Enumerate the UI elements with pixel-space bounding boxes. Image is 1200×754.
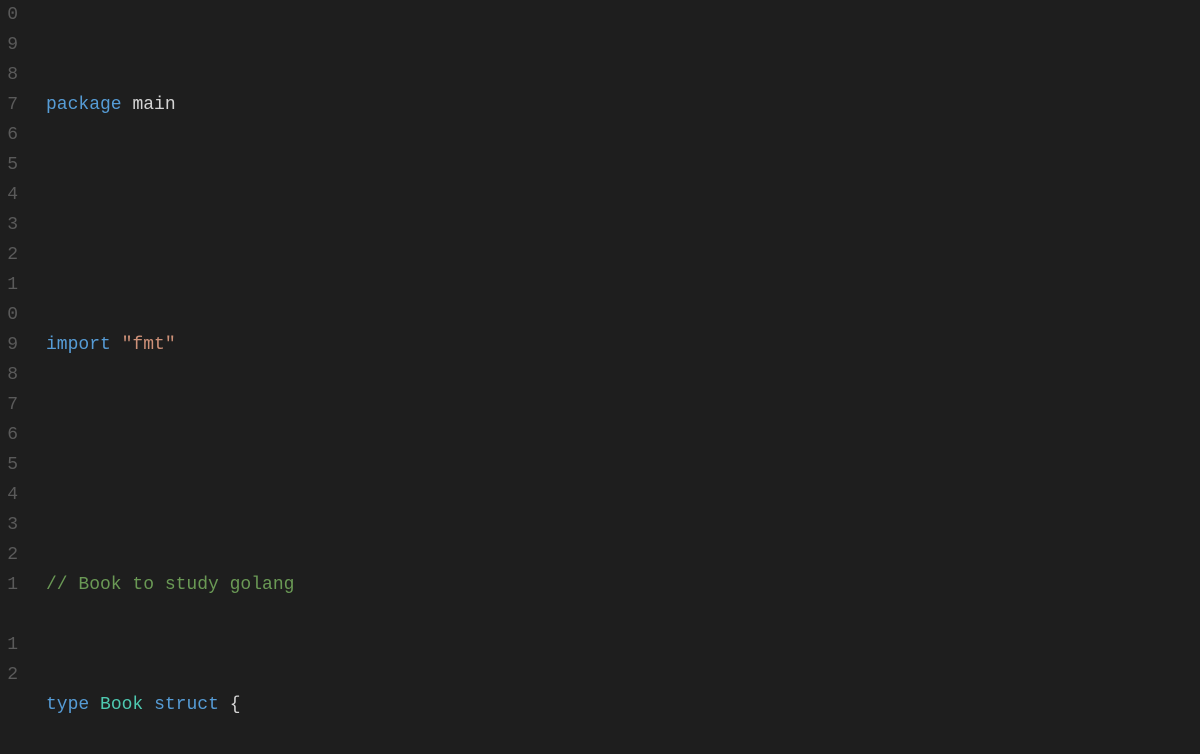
keyword-type: type <box>46 695 89 715</box>
line-number: 2 <box>0 240 20 270</box>
line-number: 3 <box>0 210 20 240</box>
line-number: 0 <box>0 300 20 330</box>
line-number: 5 <box>0 150 20 180</box>
code-area[interactable]: package main import "fmt" // Book to stu… <box>20 0 1200 754</box>
line-number: 2 <box>0 660 20 690</box>
line-number <box>0 600 20 630</box>
line-number: 6 <box>0 420 20 450</box>
line-number-gutter: 0 9 8 7 6 5 4 3 2 1 0 9 8 7 6 5 4 3 2 1 … <box>0 0 20 754</box>
code-line[interactable] <box>46 210 1200 240</box>
line-number: 4 <box>0 180 20 210</box>
brace-open: { <box>230 695 241 715</box>
line-number: 1 <box>0 630 20 660</box>
code-line[interactable]: import "fmt" <box>46 330 1200 360</box>
line-number: 7 <box>0 390 20 420</box>
line-number: 3 <box>0 510 20 540</box>
space <box>122 95 133 115</box>
line-number: 9 <box>0 330 20 360</box>
line-number: 7 <box>0 90 20 120</box>
line-number: 5 <box>0 450 20 480</box>
code-line[interactable] <box>46 450 1200 480</box>
space <box>111 335 122 355</box>
comment: // Book to study golang <box>46 575 294 595</box>
keyword-struct: struct <box>154 695 219 715</box>
code-editor[interactable]: 0 9 8 7 6 5 4 3 2 1 0 9 8 7 6 5 4 3 2 1 … <box>0 0 1200 754</box>
import-path: "fmt" <box>122 335 176 355</box>
keyword-import: import <box>46 335 111 355</box>
line-number: 4 <box>0 480 20 510</box>
line-number: 1 <box>0 270 20 300</box>
line-number: 0 <box>0 0 20 30</box>
code-line[interactable]: package main <box>46 90 1200 120</box>
package-name: main <box>132 95 175 115</box>
keyword-package: package <box>46 95 122 115</box>
line-number: 2 <box>0 540 20 570</box>
line-number: 8 <box>0 60 20 90</box>
code-line[interactable]: // Book to study golang <box>46 570 1200 600</box>
line-number: 1 <box>0 570 20 600</box>
line-number: 9 <box>0 30 20 60</box>
line-number: 8 <box>0 360 20 390</box>
line-number: 6 <box>0 120 20 150</box>
type-name: Book <box>100 695 143 715</box>
code-line[interactable]: type Book struct { <box>46 690 1200 720</box>
